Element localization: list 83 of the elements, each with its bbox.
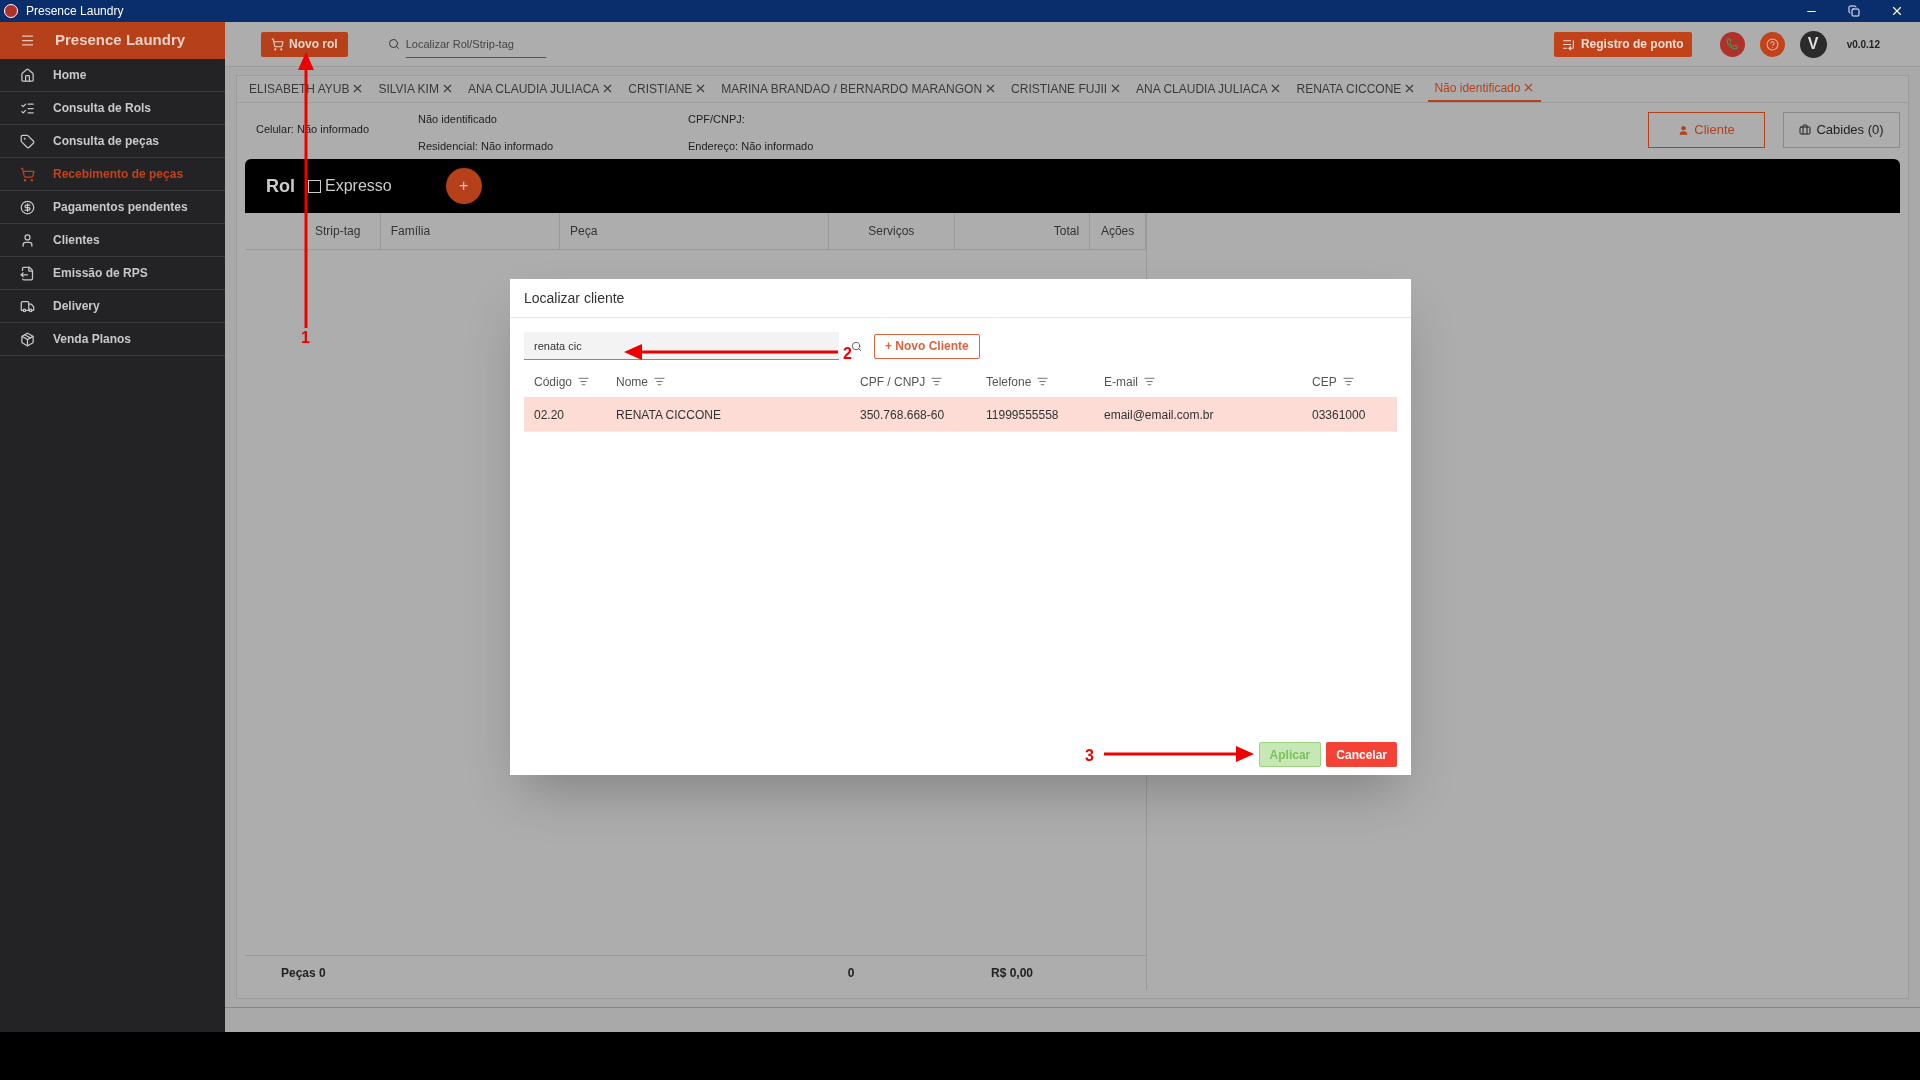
menu-item-icon — [20, 265, 35, 281]
hangers-button[interactable]: Cabides (0) — [1783, 112, 1900, 148]
rol-title: Rol — [266, 174, 295, 198]
pieces-count: Peças 0 — [281, 965, 327, 982]
client-tab[interactable]: MARINA BRANDAO / BERNARDO MARANGON — [719, 75, 1000, 102]
info-text: Não identificado — [418, 112, 498, 127]
column-header: Nome — [616, 373, 648, 391]
client-tab[interactable]: SILVIA KIM — [376, 75, 456, 102]
new-rol-button[interactable]: Novo rol — [261, 31, 348, 57]
filter-icon[interactable] — [1037, 376, 1049, 387]
table-cell: email@email.com.br — [1104, 408, 1214, 422]
client-tab[interactable]: ANA CLAUDIA JULIACA — [1134, 75, 1285, 102]
new-client-button[interactable]: + Novo Cliente — [874, 333, 980, 359]
column-header: Total — [954, 213, 1091, 249]
annotation-label: 3 — [1085, 746, 1094, 766]
column-header: CEP — [1312, 373, 1337, 391]
table-cell: RENATA CICCONE — [616, 408, 721, 422]
dialog-title: Localizar cliente — [524, 288, 625, 308]
column-header: Família — [380, 213, 561, 249]
client-row[interactable]: 02.20 RENATA CICCONE 350.768.668-60 11999555558 email@email.com.br 03361000 — [524, 397, 1397, 432]
version-label: v0.0.12 — [1846, 37, 1880, 52]
rol-search-field[interactable]: Localizar Rol/Strip-tag — [405, 30, 546, 58]
menu-item-icon — [20, 67, 35, 83]
restore-icon[interactable] — [1848, 5, 1860, 17]
phone-icon — [1726, 38, 1739, 50]
info-text: CPF/CNPJ: — [688, 112, 746, 127]
client-search-field[interactable]: renata cic — [524, 332, 839, 360]
sidebar-title: Presence Laundry — [55, 30, 186, 51]
whatsapp-button[interactable] — [1719, 31, 1745, 57]
table-cell: 350.768.668-60 — [860, 408, 945, 422]
express-label: Expresso — [325, 176, 392, 196]
express-checkbox[interactable] — [308, 179, 321, 193]
table-cell: 02.20 — [534, 408, 565, 422]
total-amount: R$ 0,00 — [991, 965, 1034, 982]
table-cell: 03361000 — [1312, 408, 1366, 422]
client-tab[interactable]: CRISTIANE — [626, 75, 710, 102]
close-icon[interactable] — [1890, 4, 1904, 18]
services-count: 0 — [846, 965, 856, 982]
menu-item-icon — [20, 298, 35, 314]
filter-icon[interactable] — [1342, 376, 1354, 387]
table-cell: 11999555558 — [986, 408, 1059, 422]
menu-item-icon — [20, 331, 35, 347]
annotation-label: 1 — [301, 328, 310, 348]
time-clock-button[interactable]: Registro de ponto — [1553, 31, 1692, 57]
window-title: Presence Laundry — [26, 3, 124, 20]
cart-icon — [271, 37, 284, 51]
column-header: Strip-tag — [245, 213, 381, 249]
bag-icon — [1799, 124, 1812, 136]
sidebar-item[interactable]: Venda Planos — [0, 323, 225, 356]
client-tab[interactable]: RENATA CICCONE — [1294, 75, 1419, 102]
column-header: Serviços — [829, 213, 955, 249]
filter-icon[interactable] — [578, 376, 590, 387]
cancel-button[interactable]: Cancelar — [1326, 742, 1397, 767]
client-tab[interactable]: ANA CLAUDIA JULIACA — [465, 75, 617, 102]
client-tab[interactable]: CRISTIANE FUJII — [1009, 75, 1125, 102]
sidebar-item[interactable]: Pagamentos pendentes — [0, 191, 225, 224]
filter-icon[interactable] — [931, 376, 943, 387]
person-icon — [1678, 124, 1690, 136]
annotation-label: 2 — [843, 344, 852, 364]
column-header: Telefone — [986, 373, 1032, 391]
app-logo-icon — [4, 4, 18, 18]
menu-item-icon — [20, 166, 35, 182]
column-header: E-mail — [1104, 373, 1138, 391]
info-text: Residencial: Não informado — [418, 138, 555, 154]
search-icon — [387, 38, 400, 50]
sidebar-item[interactable]: Home — [0, 59, 225, 92]
column-header: Ações — [1090, 213, 1146, 249]
column-header: Peça — [560, 213, 830, 249]
menu-item-icon — [20, 133, 35, 149]
filter-icon[interactable] — [654, 376, 665, 387]
menu-item-icon — [20, 199, 35, 215]
menu-item-icon — [20, 100, 35, 116]
list-icon — [1561, 37, 1575, 51]
add-item-button[interactable]: + — [445, 168, 482, 204]
column-header: CPF / CNPJ — [860, 373, 926, 391]
menu-item-icon — [20, 232, 35, 248]
filter-icon[interactable] — [1144, 376, 1155, 387]
search-icon[interactable] — [851, 340, 862, 352]
user-avatar[interactable]: V — [1799, 30, 1827, 58]
column-header: Código — [534, 373, 573, 391]
info-text: Endereço: Não informado — [688, 138, 815, 154]
help-icon — [1765, 37, 1779, 51]
menu-icon[interactable] — [20, 33, 35, 48]
